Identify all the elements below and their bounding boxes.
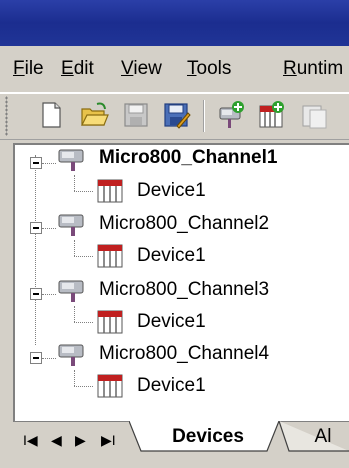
save-icon[interactable] [121,100,151,130]
new-channel-icon[interactable] [216,100,246,130]
tree-root-line [35,155,36,345]
device-icon [95,178,125,204]
device-label: Device1 [137,245,206,266]
previous-tab-button[interactable]: ◀ [51,432,62,449]
new-file-icon[interactable] [36,100,66,130]
channel-label: Micro800_Channel2 [99,213,270,234]
toolbar-separator [203,100,205,132]
collapse-icon[interactable] [30,288,42,300]
channel-label: Micro800_Channel3 [99,279,270,300]
device-label: Device1 [137,311,206,332]
device-icon [95,309,125,335]
project-tree-panel[interactable]: Micro800_Channel1 Device1 Micro800_Chann… [13,143,349,459]
menu-tools[interactable]: Tools [187,58,231,80]
menu-bar: File Edit View Tools Runtim [0,46,349,93]
tab-aliases[interactable]: Al [303,422,343,452]
menu-file[interactable]: File [13,58,44,80]
channel-icon [57,277,89,303]
channel-label: Micro800_Channel1 [99,147,278,168]
menu-edit[interactable]: Edit [61,58,94,80]
save-as-icon[interactable] [161,100,191,130]
device-label: Device1 [137,375,206,396]
menu-view[interactable]: View [121,58,162,80]
first-tab-button[interactable]: I◀ [23,432,38,449]
device-icon [95,373,125,399]
tab-devices[interactable]: Devices [153,422,263,452]
device-icon [95,243,125,269]
new-device-icon[interactable] [256,100,286,130]
channel-icon [57,211,89,237]
collapse-icon[interactable] [30,352,42,364]
channel-icon [57,341,89,367]
open-folder-icon[interactable] [79,100,109,130]
channel-icon [57,146,89,172]
tab-bar: I◀ ◀ ▶ ▶I Devices Al [13,421,349,460]
menu-runtime[interactable]: Runtim [283,58,343,80]
title-bar[interactable] [0,0,349,46]
toolbar [0,93,349,140]
collapse-icon[interactable] [30,222,42,234]
cut-icon[interactable] [298,100,328,130]
channel-label: Micro800_Channel4 [99,343,270,364]
collapse-icon[interactable] [30,157,42,169]
device-label: Device1 [137,180,206,201]
toolbar-grip[interactable] [5,96,8,136]
next-tab-button[interactable]: ▶ [75,432,86,449]
last-tab-button[interactable]: ▶I [101,432,116,449]
